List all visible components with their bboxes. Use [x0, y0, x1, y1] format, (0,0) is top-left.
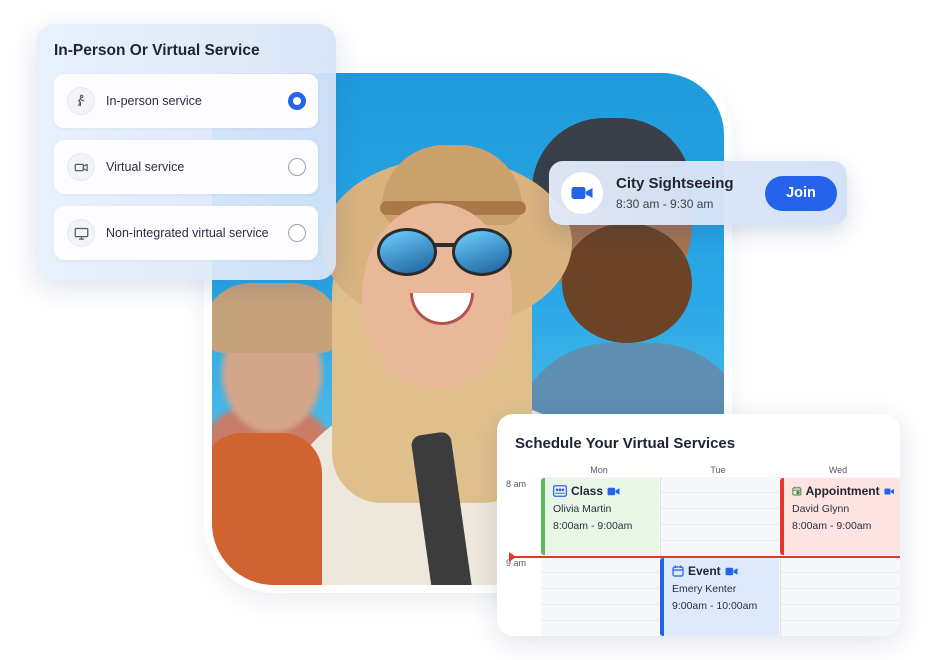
- option-non-integrated-label: Non-integrated virtual service: [106, 226, 269, 240]
- calendar-icon: [672, 565, 684, 577]
- event-class-time: 8:00am - 9:00am: [553, 520, 633, 532]
- video-camera-icon: [561, 172, 603, 214]
- option-virtual-label: Virtual service: [106, 160, 185, 174]
- service-panel-title: In-Person Or Virtual Service: [54, 42, 260, 59]
- photo-sunglasses-bridge: [434, 243, 456, 247]
- current-time-line: [511, 556, 900, 558]
- meeting-time: 8:30 am - 9:30 am: [616, 197, 714, 211]
- photo-sunglasses-left-lens: [377, 228, 437, 276]
- option-non-integrated[interactable]: Non-integrated virtual service: [54, 206, 318, 260]
- option-virtual[interactable]: Virtual service: [54, 140, 318, 194]
- meeting-info: City Sightseeing 8:30 am - 9:30 am: [616, 175, 765, 211]
- photo-sunglasses-right-lens: [452, 228, 512, 276]
- service-type-panel: In-Person Or Virtual Service In-person s…: [36, 24, 336, 280]
- event-appointment-header: Appointment: [792, 484, 894, 498]
- event-appointment[interactable]: Appointment David Glynn 8:00am - 9:00am: [780, 478, 900, 555]
- event-event-attendee: Emery Kenter: [672, 583, 737, 595]
- video-camera-icon: [67, 153, 95, 181]
- photo-man-beard: [562, 223, 692, 343]
- event-appointment-time: 8:00am - 9:00am: [792, 520, 872, 532]
- event-event-header: Event: [672, 564, 773, 578]
- photo-backpack: [212, 433, 322, 585]
- schedule-title: Schedule Your Virtual Services: [515, 435, 736, 452]
- group-icon: [553, 485, 567, 497]
- event-appointment-attendee: David Glynn: [792, 503, 850, 515]
- event-appointment-type: Appointment: [805, 484, 880, 498]
- monitor-icon: [67, 219, 95, 247]
- event-event[interactable]: Event Emery Kenter 9:00am - 10:00am: [660, 558, 779, 636]
- meeting-card: City Sightseeing 8:30 am - 9:30 am Join: [549, 161, 847, 225]
- walking-person-icon: [67, 87, 95, 115]
- join-button[interactable]: Join: [765, 175, 837, 211]
- video-camera-icon: [725, 567, 738, 575]
- day-header-mon: Mon: [590, 465, 608, 475]
- option-in-person-label: In-person service: [106, 94, 202, 108]
- event-event-time: 9:00am - 10:00am: [672, 600, 758, 612]
- option-in-person[interactable]: In-person service: [54, 74, 318, 128]
- option-virtual-radio[interactable]: [288, 158, 306, 176]
- video-camera-icon: [884, 487, 894, 495]
- day-header-wed: Wed: [828, 465, 848, 475]
- event-class-type: Class: [571, 484, 604, 498]
- photo-left-woman-hat: [212, 283, 342, 353]
- event-class-header: Class: [553, 484, 653, 498]
- video-camera-icon: [607, 487, 620, 495]
- event-class-attendee: Olivia Martin: [553, 503, 612, 515]
- calendar-check-icon: [792, 486, 802, 496]
- event-event-type: Event: [688, 564, 721, 578]
- option-non-integrated-radio[interactable]: [288, 224, 306, 242]
- day-header-tue: Tue: [710, 465, 726, 475]
- current-time-marker: [509, 552, 516, 562]
- hour-label-8am: 8 am: [506, 479, 527, 489]
- event-class[interactable]: Class Olivia Martin 8:00am - 9:00am: [541, 478, 659, 555]
- option-in-person-radio[interactable]: [288, 92, 306, 110]
- schedule-card: Schedule Your Virtual Services Mon Tue W…: [497, 414, 900, 636]
- meeting-title: City Sightseeing: [616, 175, 734, 192]
